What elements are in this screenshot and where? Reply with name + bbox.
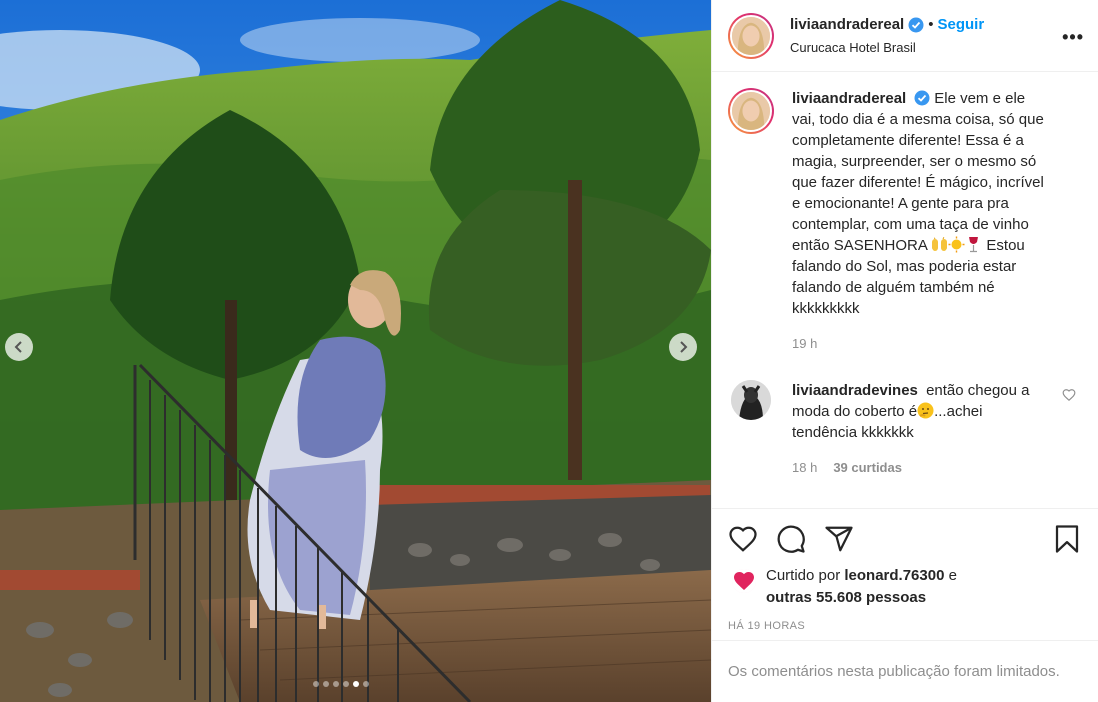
separator-bullet: • [928, 16, 934, 33]
share-icon[interactable] [824, 524, 854, 554]
verified-badge-icon [908, 17, 924, 32]
comments-limited-notice: Os comentários nesta publicação foram li… [712, 640, 1098, 702]
post-header: liviaandradereal • Seguir Curucaca Hotel… [712, 0, 1098, 72]
carousel-dot [333, 681, 339, 687]
caption-comment: liviaandradereal Ele vem e ele vai, todo … [728, 88, 1082, 354]
likes-text: Curtido por leonard.76300 e outras 55.60… [766, 565, 957, 609]
reply-likes-count[interactable]: 39 curtidas [833, 460, 902, 475]
action-row [728, 523, 1082, 555]
wine-glass-emoji-icon [969, 237, 979, 253]
follow-button[interactable]: Seguir [938, 16, 985, 33]
caption-age[interactable]: 19 h [792, 336, 817, 351]
caption-meta: 19 h [792, 333, 1052, 354]
post-location[interactable]: Curucaca Hotel Brasil [790, 40, 984, 55]
carousel-dot [353, 681, 359, 687]
raising-hands-emoji-icon [932, 236, 948, 251]
likes-prefix: Curtido por [766, 567, 841, 584]
likes-summary: Curtido por leonard.76300 e outras 55.60… [728, 565, 1082, 609]
reply-meta: 18 h 39 curtidas [792, 457, 1042, 478]
caption-body: liviaandradereal Ele vem e ele vai, todo … [792, 88, 1052, 354]
avatar[interactable] [731, 380, 771, 420]
carousel-dot [323, 681, 329, 687]
heart-icon[interactable] [728, 524, 758, 554]
reply-avatar-image [731, 380, 771, 420]
reply-text: liviaandradevines então chegou a moda do… [792, 380, 1042, 443]
carousel-indicator [313, 681, 369, 687]
comments-section: liviaandradereal Ele vem e ele vai, todo … [712, 72, 1098, 508]
caption-avatar-image [732, 92, 770, 130]
post-actions: Curtido por leonard.76300 e outras 55.60… [712, 508, 1098, 640]
author-avatar-ring[interactable] [728, 12, 774, 59]
sun-emoji-icon [948, 236, 965, 253]
header-text: liviaandradereal • Seguir Curucaca Hotel… [790, 16, 984, 55]
caption-avatar-ring[interactable] [728, 88, 774, 134]
likes-others[interactable]: outras 55.608 pessoas [766, 589, 926, 606]
reply-comment: liviaandradevines então chegou a moda do… [728, 380, 1082, 478]
carousel-prev-button[interactable] [5, 333, 33, 361]
comment-icon[interactable] [776, 524, 806, 554]
chevron-left-icon [14, 341, 22, 353]
avatar[interactable] [730, 90, 772, 132]
caption-username[interactable]: liviaandradereal [792, 90, 906, 107]
reply-username[interactable]: liviaandradevines [792, 382, 918, 399]
avatar[interactable] [730, 14, 772, 57]
caption-text: liviaandradereal Ele vem e ele vai, todo … [792, 88, 1052, 319]
author-username[interactable]: liviaandradereal [790, 16, 904, 33]
likes-user[interactable]: leonard.76300 [844, 567, 944, 584]
chevron-right-icon [680, 341, 688, 353]
reply-body: liviaandradevines então chegou a moda do… [792, 380, 1042, 478]
post-photo[interactable] [0, 0, 711, 702]
verified-badge-icon [914, 90, 930, 106]
post-sidebar: liviaandradereal • Seguir Curucaca Hotel… [711, 0, 1098, 702]
carousel-dot [313, 681, 319, 687]
landscape-photo [0, 0, 711, 702]
carousel-dot [343, 681, 349, 687]
reply-age[interactable]: 18 h [792, 460, 817, 475]
avatar[interactable] [732, 569, 756, 593]
carousel-dot [363, 681, 369, 687]
bookmark-icon[interactable] [1052, 524, 1082, 554]
author-avatar-image [732, 16, 770, 55]
carousel-next-button[interactable] [669, 333, 697, 361]
instagram-post: liviaandradereal • Seguir Curucaca Hotel… [0, 0, 1098, 702]
like-comment-heart-icon[interactable] [1062, 388, 1076, 402]
likes-mid: e [948, 567, 957, 584]
red-heart-icon [732, 569, 756, 593]
thinking-face-emoji-icon [917, 402, 934, 419]
header-top-line: liviaandradereal • Seguir [790, 16, 984, 33]
post-timestamp[interactable]: HÁ 19 HORAS [728, 620, 1082, 640]
caption-text-part1: Ele vem e ele vai, todo dia é a mesma co… [792, 90, 1044, 254]
more-options-button[interactable]: ••• [1062, 27, 1084, 48]
